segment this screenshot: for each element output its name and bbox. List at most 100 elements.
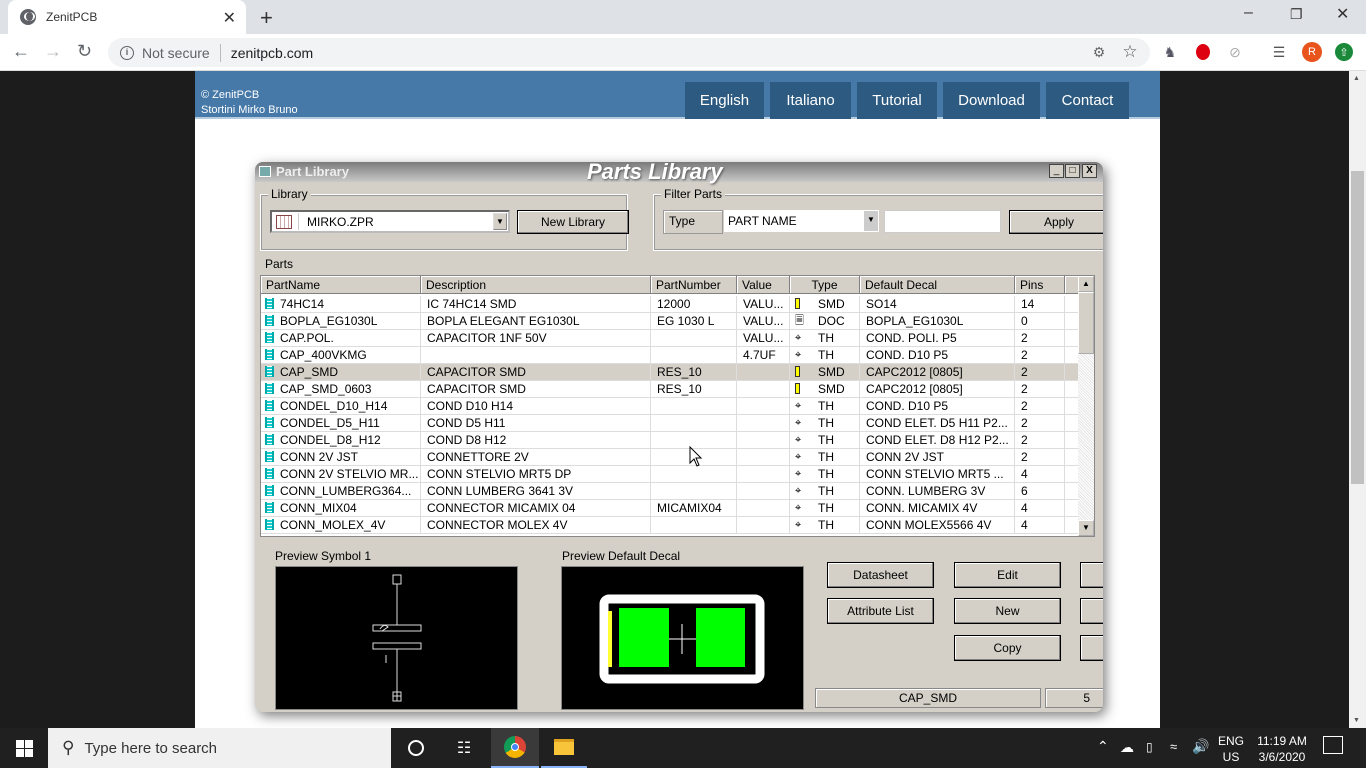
extension-icon[interactable]: ♞	[1161, 43, 1179, 61]
chevron-down-icon[interactable]: ▼	[864, 211, 878, 231]
copy-button[interactable]: Copy	[954, 635, 1061, 661]
library-select[interactable]: MIRKO.ZPR ▼	[270, 210, 510, 233]
url-text[interactable]: zenitpcb.com	[231, 45, 313, 61]
column-header-default-decal[interactable]: Default Decal	[860, 276, 1015, 294]
table-row[interactable]: CAP_SMD_0603 CAPACITOR SMD RES_10 SMD CAPC20…	[261, 381, 1079, 398]
table-row[interactable]: CONN_MIX04 CONNECTOR MICAMIX 04 MICAMIX04 ⌖…	[261, 500, 1079, 517]
scroll-thumb[interactable]	[1078, 292, 1094, 354]
site-header: © ZenitPCB Stortini Mirko Bruno English …	[195, 71, 1160, 119]
notifications-icon[interactable]	[1323, 736, 1343, 754]
cell-decal: CAPC2012 [0805]	[860, 364, 1015, 381]
table-row[interactable]: CONN 2V JST CONNETTORE 2V ⌖ TH CONN 2V JST 2	[261, 449, 1079, 466]
chevron-down-icon[interactable]: ▼	[493, 213, 507, 230]
cell-pins: 2	[1015, 347, 1065, 364]
cell-pn	[651, 415, 737, 432]
divider	[219, 43, 221, 62]
extra-button-3[interactable]	[1080, 635, 1103, 661]
start-button[interactable]	[0, 728, 48, 768]
page-scrollbar[interactable]: ▲ ▼	[1349, 71, 1366, 728]
cookie-blocked-icon[interactable]: ⚙	[1090, 43, 1108, 61]
dialog-minimize-button[interactable]: _	[1049, 164, 1064, 178]
column-header-pins[interactable]: Pins	[1015, 276, 1065, 294]
scroll-down-icon[interactable]: ▼	[1353, 717, 1360, 724]
show-hidden-icons[interactable]: ⌃	[1097, 738, 1109, 754]
menu-italiano[interactable]: Italiano	[770, 82, 851, 119]
table-row[interactable]: CONN 2V STELVIO MR... CONN STELVIO MRT5 D…	[261, 466, 1079, 483]
adblock-icon[interactable]	[1194, 43, 1212, 61]
part-icon	[265, 451, 274, 462]
table-row[interactable]: BOPLA_EG1030L BOPLA ELEGANT EG1030L EG 103…	[261, 313, 1079, 330]
profile-avatar[interactable]: R	[1302, 42, 1322, 62]
table-row[interactable]: CONDEL_D5_H11 COND D5 H11 ⌖ TH COND ELET. D5…	[261, 415, 1079, 432]
volume-icon[interactable]: 🔊	[1192, 738, 1209, 754]
taskbar-search[interactable]: ⚲ Type here to search	[48, 728, 391, 768]
column-header-partnumber[interactable]: PartNumber	[651, 276, 737, 294]
file-explorer-button[interactable]	[541, 728, 587, 768]
dialog-close-button[interactable]: X	[1082, 164, 1097, 178]
part-icon	[265, 315, 274, 326]
cell-partname: CAP_400VKMG	[261, 347, 421, 364]
forward-button[interactable]: →	[44, 41, 62, 62]
media-queue-icon[interactable]: ☰	[1270, 43, 1288, 61]
wifi-icon[interactable]: ≈	[1170, 739, 1177, 755]
menu-download[interactable]: Download	[943, 82, 1040, 119]
language-indicator[interactable]: ENG US	[1218, 733, 1244, 765]
table-row[interactable]: CONDEL_D10_H14 COND D10 H14 ⌖ TH COND. D10 P…	[261, 398, 1079, 415]
onedrive-icon[interactable]: ☁	[1120, 739, 1134, 755]
column-header-description[interactable]: Description	[421, 276, 651, 294]
table-row[interactable]: CAP_400VKMG 4.7UF ⌖ TH COND. D10 P5 2	[261, 347, 1079, 364]
back-button[interactable]: ←	[12, 41, 30, 62]
address-bar[interactable]: i Not secure zenitpcb.com	[108, 38, 1150, 67]
task-view-button[interactable]: ☷	[441, 728, 487, 768]
extra-button-1[interactable]	[1080, 562, 1103, 588]
apply-button[interactable]: Apply	[1009, 210, 1103, 234]
edit-button[interactable]: Edit	[954, 562, 1061, 588]
scroll-up-icon[interactable]: ▲	[1353, 75, 1360, 82]
column-header-partname[interactable]: PartName	[261, 276, 421, 294]
info-icon[interactable]: i	[120, 45, 134, 60]
new-library-button[interactable]: New Library	[517, 210, 629, 234]
part-icon	[265, 298, 274, 309]
update-icon[interactable]: ⇧	[1335, 43, 1353, 61]
column-header-value[interactable]: Value	[737, 276, 790, 294]
new-tab-button[interactable]: +	[260, 5, 273, 31]
menu-tutorial[interactable]: Tutorial	[857, 82, 937, 119]
browser-tab[interactable]: ZenitPCB ✕	[8, 0, 246, 34]
table-row[interactable]: CAP_SMD CAPACITOR SMD RES_10 SMD CAPC2012 [0…	[261, 364, 1079, 381]
menu-english[interactable]: English	[685, 82, 764, 119]
filter-type-select[interactable]: PART NAME ▼	[724, 210, 879, 232]
column-header-type[interactable]: Type	[790, 276, 860, 294]
restore-button[interactable]: ❐	[1290, 6, 1303, 23]
table-row[interactable]: CAP.POL. CAPACITOR 1NF 50V VALU... ⌖ TH COND.…	[261, 330, 1079, 347]
part-type: TH	[818, 501, 834, 515]
dialog-titlebar[interactable]: Part Library Parts Library _ □ X	[255, 162, 1103, 184]
close-window-button[interactable]: ✕	[1336, 4, 1349, 24]
bookmark-star-icon[interactable]: ☆	[1121, 42, 1139, 61]
cell-value	[737, 466, 790, 483]
menu-contact[interactable]: Contact	[1046, 82, 1129, 119]
new-button[interactable]: New	[954, 598, 1061, 624]
parts-table-scrollbar[interactable]: ▲ ▼	[1078, 276, 1094, 536]
chrome-taskbar-button[interactable]	[491, 728, 539, 768]
table-row[interactable]: 74HC14 IC 74HC14 SMD 12000 VALU... SMD SO14 14	[261, 296, 1079, 313]
table-row[interactable]: CONN_MOLEX_4V CONNECTOR MOLEX 4V ⌖ TH CONN M…	[261, 517, 1079, 534]
extra-button-2[interactable]	[1080, 598, 1103, 624]
battery-icon[interactable]: ▯	[1146, 739, 1153, 755]
attribute-list-button[interactable]: Attribute List	[827, 598, 934, 624]
clock[interactable]: 11:19 AM 3/6/2020	[1252, 733, 1312, 765]
scroll-up-button[interactable]: ▲	[1078, 276, 1094, 292]
part-icon	[265, 434, 274, 445]
close-tab-icon[interactable]: ✕	[223, 8, 236, 28]
page-scroll-thumb[interactable]	[1351, 171, 1364, 484]
scroll-down-button[interactable]: ▼	[1078, 520, 1094, 536]
minimize-button[interactable]: –	[1244, 4, 1253, 22]
table-row[interactable]: CONDEL_D8_H12 COND D8 H12 ⌖ TH COND ELET. D8…	[261, 432, 1079, 449]
cortana-button[interactable]	[393, 728, 439, 768]
filter-text-input[interactable]	[884, 210, 1001, 233]
extension-gray-icon[interactable]: ⊘	[1226, 43, 1244, 61]
dialog-maximize-button[interactable]: □	[1065, 164, 1080, 178]
datasheet-button[interactable]: Datasheet	[827, 562, 934, 588]
cell-partname: CONDEL_D10_H14	[261, 398, 421, 415]
table-row[interactable]: CONN_LUMBERG364... CONN LUMBERG 3641 3V ⌖ T…	[261, 483, 1079, 500]
reload-button[interactable]: ↻	[77, 41, 92, 62]
